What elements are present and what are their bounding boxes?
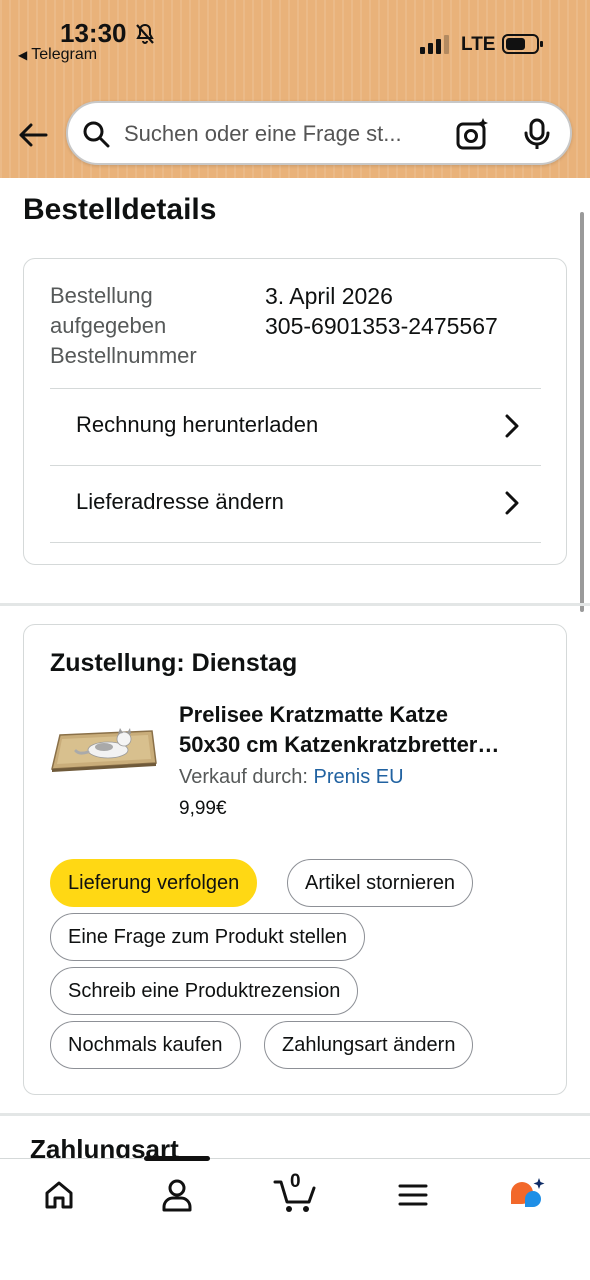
order-date: 3. April 2026 <box>265 283 393 309</box>
active-tab-indicator <box>144 1156 210 1161</box>
product-image[interactable] <box>48 717 160 781</box>
account-icon <box>162 1179 192 1212</box>
seller-link[interactable]: Prenis EU <box>314 766 404 788</box>
camera-lens-icon[interactable] <box>456 117 490 151</box>
product-price: 9,99€ <box>179 798 227 819</box>
network-type: LTE <box>461 34 496 55</box>
buy-again-button[interactable]: Nochmals kaufen <box>50 1021 241 1069</box>
seller-info: Verkauf durch: Prenis EU <box>179 766 404 789</box>
home-icon <box>45 1181 73 1209</box>
search-input[interactable] <box>124 117 434 151</box>
seller-prefix: Verkauf durch: <box>179 766 314 788</box>
section-divider <box>0 603 590 606</box>
header: 13:30 ◀ Telegram LTE <box>0 0 590 178</box>
nav-home[interactable] <box>29 1173 89 1217</box>
product-title-line2: 50x30 cm Katzenkratzbretter… <box>179 732 500 757</box>
ask-question-button[interactable]: Eine Frage zum Produkt stellen <box>50 913 366 961</box>
search-icon <box>83 121 110 148</box>
delivery-card: Zustellung: Dienstag Prelisee Kratzmatte… <box>23 624 567 1095</box>
back-app-label: Telegram <box>31 46 98 63</box>
order-label-number: Bestellnummer <box>50 343 197 368</box>
microphone-icon[interactable] <box>522 118 552 150</box>
menu-icon <box>398 1184 428 1206</box>
order-summary-card: Bestellung aufgegeben Bestellnummer 3. A… <box>23 258 567 565</box>
cart-count: 0 <box>290 1171 301 1192</box>
status-time: 13:30 <box>60 18 127 48</box>
download-invoice-link[interactable]: Rechnung herunterladen <box>50 388 541 464</box>
page-title: Bestelldetails <box>23 193 217 226</box>
order-values: 3. April 2026 305-6901353-2475567 <box>265 281 498 341</box>
nav-account[interactable] <box>147 1173 207 1217</box>
nav-rufus[interactable] <box>498 1173 558 1217</box>
download-invoice-label: Rechnung herunterladen <box>76 412 319 437</box>
change-address-label: Lieferadresse ändern <box>76 489 284 514</box>
nav-cart[interactable]: 0 <box>265 1171 325 1217</box>
delivery-title: Zustellung: Dienstag <box>50 649 298 677</box>
back-arrow-icon[interactable] <box>16 118 50 152</box>
order-label-placed: Bestellung <box>50 283 153 308</box>
chevron-right-icon <box>505 491 519 515</box>
battery-icon <box>502 34 543 54</box>
rufus-ai-icon <box>511 1178 545 1207</box>
chevron-right-icon <box>505 414 519 438</box>
back-to-app-link[interactable]: ◀ Telegram <box>18 46 97 64</box>
product-title-line1: Prelisee Kratzmatte Katze <box>179 702 449 727</box>
section-divider <box>0 1113 590 1116</box>
bell-muted-icon <box>136 23 154 44</box>
cancel-item-button[interactable]: Artikel stornieren <box>287 859 474 907</box>
scrollbar[interactable] <box>580 212 584 612</box>
row-divider <box>50 542 541 543</box>
order-label-placed-2: aufgegeben <box>50 313 167 338</box>
change-payment-button[interactable]: Zahlungsart ändern <box>264 1021 474 1069</box>
track-delivery-button[interactable]: Lieferung verfolgen <box>50 859 258 907</box>
signal-icon <box>420 35 449 54</box>
change-address-link[interactable]: Lieferadresse ändern <box>50 465 541 541</box>
order-number: 305-6901353-2475567 <box>265 313 498 339</box>
nav-menu[interactable] <box>383 1173 443 1217</box>
search-bar[interactable] <box>66 101 572 165</box>
write-review-button[interactable]: Schreib eine Produktrezension <box>50 967 359 1015</box>
product-title-link[interactable]: Prelisee Kratzmatte Katze 50x30 cm Katze… <box>179 700 549 760</box>
bottom-nav: 0 <box>0 1156 590 1280</box>
order-labels: Bestellung aufgegeben Bestellnummer <box>50 281 250 371</box>
